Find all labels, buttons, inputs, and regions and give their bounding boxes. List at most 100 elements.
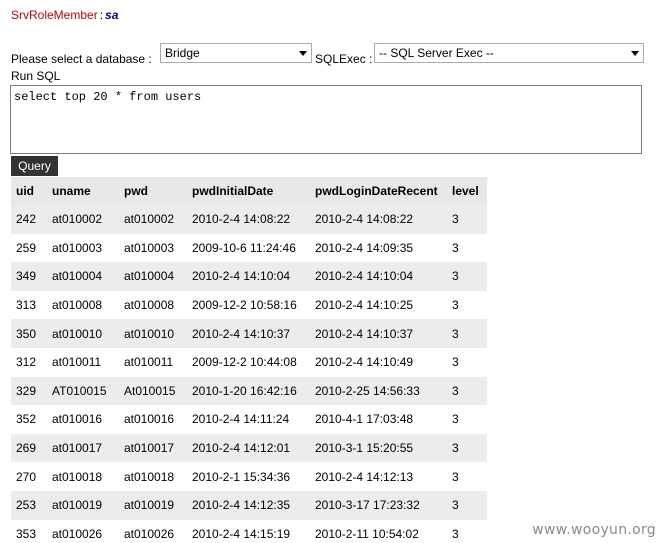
cell-pwd-login-date-recent: 2010-2-4 14:10:49 <box>310 347 447 377</box>
column-header-pwd-login-date-recent: pwdLoginDateRecent <box>310 177 447 205</box>
cell-uname: at010003 <box>47 233 119 263</box>
column-header-uname: uname <box>47 177 119 205</box>
cell-uid: 352 <box>11 405 47 434</box>
cell-uname: at010002 <box>47 205 119 234</box>
cell-uname: AT010015 <box>47 376 119 406</box>
cell-pwd: at010019 <box>119 490 187 520</box>
table-header-row: uid uname pwd pwdInitialDate pwdLoginDat… <box>11 177 487 205</box>
cell-uid: 259 <box>11 233 47 263</box>
cell-pwd-initial-date: 2009-10-6 11:24:46 <box>187 233 310 263</box>
cell-pwd-initial-date: 2010-2-4 14:15:19 <box>187 519 310 543</box>
run-sql-label: Run SQL <box>11 69 61 83</box>
database-select[interactable]: Bridge <box>160 43 312 63</box>
table-row: 312 at010011 at010011 2009-12-2 10:44:08 201… <box>11 347 487 377</box>
cell-level: 3 <box>447 262 487 291</box>
cell-uid: 269 <box>11 433 47 463</box>
role-member-label: SrvRoleMember <box>11 8 98 22</box>
cell-uname: at010008 <box>47 290 119 320</box>
results-table: uid uname pwd pwdInitialDate pwdLoginDat… <box>11 177 487 543</box>
column-header-pwd-initial-date: pwdInitialDate <box>187 177 310 205</box>
cell-uname: at010011 <box>47 347 119 377</box>
results-table-body: 242 at010002 at010002 2010-2-4 14:08:22 2010… <box>11 205 487 543</box>
cell-pwd-initial-date: 2009-12-2 10:44:08 <box>187 347 310 377</box>
table-row: 349 at010004 at010004 2010-2-4 14:10:04 2010… <box>11 262 487 291</box>
cell-pwd: at010017 <box>119 433 187 463</box>
cell-pwd-login-date-recent: 2010-2-4 14:10:25 <box>310 290 447 320</box>
cell-pwd-initial-date: 2010-1-20 16:42:16 <box>187 376 310 406</box>
table-row: 270 at010018 at010018 2010-2-1 15:34:36 2010… <box>11 462 487 491</box>
cell-pwd-login-date-recent: 2010-2-4 14:10:04 <box>310 262 447 291</box>
sql-query-textarea[interactable]: select top 20 * from users <box>10 85 642 154</box>
table-row: 259 at010003 at010003 2009-10-6 11:24:46 201… <box>11 233 487 263</box>
sqlexec-select-value: -- SQL Server Exec -- <box>379 46 494 60</box>
cell-uid: 270 <box>11 462 47 491</box>
table-row: 242 at010002 at010002 2010-2-4 14:08:22 2010… <box>11 205 487 234</box>
cell-level: 3 <box>447 519 487 543</box>
cell-uid: 242 <box>11 205 47 234</box>
cell-pwd-initial-date: 2009-12-2 10:58:16 <box>187 290 310 320</box>
cell-uname: at010004 <box>47 262 119 291</box>
cell-uname: at010010 <box>47 319 119 348</box>
cell-uid: 349 <box>11 262 47 291</box>
cell-uid: 312 <box>11 347 47 377</box>
cell-uname: at010026 <box>47 519 119 543</box>
cell-uid: 253 <box>11 490 47 520</box>
query-button[interactable]: Query <box>11 156 58 176</box>
chevron-down-icon <box>299 51 307 56</box>
cell-level: 3 <box>447 205 487 234</box>
table-row: 313 at010008 at010008 2009-12-2 10:58:16 201… <box>11 290 487 320</box>
cell-pwd-initial-date: 2010-2-4 14:08:22 <box>187 205 310 234</box>
cell-pwd: at010026 <box>119 519 187 543</box>
column-header-uid: uid <box>11 177 47 205</box>
cell-pwd: at010004 <box>119 262 187 291</box>
cell-pwd-login-date-recent: 2010-2-25 14:56:33 <box>310 376 447 406</box>
cell-uid: 350 <box>11 319 47 348</box>
role-member-value: sa <box>105 8 119 22</box>
table-row: 350 at010010 at010010 2010-2-4 14:10:37 2010… <box>11 319 487 348</box>
cell-pwd: at010008 <box>119 290 187 320</box>
cell-uid: 313 <box>11 290 47 320</box>
column-header-level: level <box>447 177 487 205</box>
cell-pwd: at010010 <box>119 319 187 348</box>
cell-pwd-login-date-recent: 2010-2-4 14:08:22 <box>310 205 447 234</box>
table-row: 253 at010019 at010019 2010-2-4 14:12:35 2010… <box>11 490 487 520</box>
cell-level: 3 <box>447 405 487 434</box>
cell-pwd-initial-date: 2010-2-4 14:11:24 <box>187 405 310 434</box>
cell-pwd-login-date-recent: 2010-4-1 17:03:48 <box>310 405 447 434</box>
table-row: 353 at010026 at010026 2010-2-4 14:15:19 2010… <box>11 519 487 543</box>
cell-level: 3 <box>447 347 487 377</box>
cell-pwd-login-date-recent: 2010-2-4 14:12:13 <box>310 462 447 491</box>
cell-uname: at010017 <box>47 433 119 463</box>
cell-pwd-initial-date: 2010-2-4 14:12:01 <box>187 433 310 463</box>
cell-pwd-login-date-recent: 2010-2-11 10:54:02 <box>310 519 447 543</box>
cell-pwd: At010015 <box>119 376 187 406</box>
cell-level: 3 <box>447 462 487 491</box>
cell-pwd-login-date-recent: 2010-3-17 17:23:32 <box>310 490 447 520</box>
cell-uname: at010019 <box>47 490 119 520</box>
cell-level: 3 <box>447 433 487 463</box>
chevron-down-icon <box>631 51 639 56</box>
sqlexec-select[interactable]: -- SQL Server Exec -- <box>374 43 644 63</box>
cell-pwd: at010016 <box>119 405 187 434</box>
cell-pwd-login-date-recent: 2010-3-1 15:20:55 <box>310 433 447 463</box>
database-select-value: Bridge <box>165 46 200 60</box>
cell-pwd: at010018 <box>119 462 187 491</box>
cell-uname: at010016 <box>47 405 119 434</box>
cell-level: 3 <box>447 376 487 406</box>
sqlexec-label: SQLExec : <box>315 52 373 66</box>
cell-pwd-login-date-recent: 2010-2-4 14:10:37 <box>310 319 447 348</box>
cell-pwd: at010002 <box>119 205 187 234</box>
cell-pwd-login-date-recent: 2010-2-4 14:09:35 <box>310 233 447 263</box>
table-row: 352 at010016 at010016 2010-2-4 14:11:24 2010… <box>11 405 487 434</box>
table-row: 269 at010017 at010017 2010-2-4 14:12:01 2010… <box>11 433 487 463</box>
column-header-pwd: pwd <box>119 177 187 205</box>
role-member-line: SrvRoleMember: sa <box>11 8 118 22</box>
cell-pwd-initial-date: 2010-2-4 14:10:04 <box>187 262 310 291</box>
role-separator: : <box>99 8 104 22</box>
watermark: www.wooyun.org <box>532 522 656 538</box>
table-row: 329 AT010015 At010015 2010-1-20 16:42:16 201… <box>11 376 487 406</box>
cell-level: 3 <box>447 290 487 320</box>
cell-uid: 329 <box>11 376 47 406</box>
cell-uid: 353 <box>11 519 47 543</box>
cell-uname: at010018 <box>47 462 119 491</box>
